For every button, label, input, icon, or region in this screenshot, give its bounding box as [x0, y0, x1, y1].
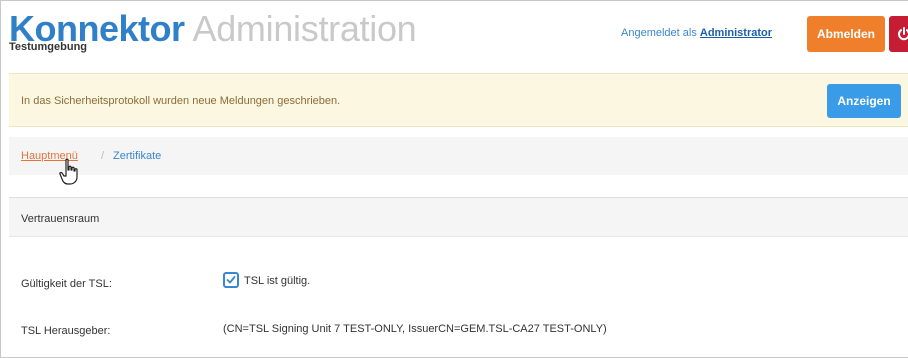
- power-icon: [898, 27, 908, 41]
- breadcrumb: Hauptmenü / Zertifikate: [9, 137, 908, 175]
- show-button[interactable]: Anzeigen: [827, 84, 901, 118]
- breadcrumb-separator: /: [101, 150, 105, 162]
- alert-message: In das Sicherheitsprotokoll wurden neue …: [21, 95, 341, 107]
- tsl-issuer-value: (CN=TSL Signing Unit 7 TEST-ONLY, Issuer…: [223, 323, 607, 335]
- tsl-valid-checkbox-label: TSL ist gültig.: [244, 275, 311, 287]
- tsl-validity-label: Gültigkeit der TSL:: [21, 278, 112, 290]
- tsl-valid-checkbox[interactable]: [223, 272, 239, 288]
- breadcrumb-current: Zertifikate: [113, 150, 162, 162]
- app-window: Konnektor Administration Testumgebung Ang…: [0, 0, 908, 358]
- hand-pointer-icon: [59, 158, 78, 185]
- power-button[interactable]: [889, 16, 908, 52]
- tsl-issuer-label: TSL Herausgeber:: [21, 325, 111, 337]
- logout-button[interactable]: Abmelden: [807, 16, 885, 52]
- login-info: Angemeldet als Administrator: [621, 27, 772, 39]
- login-prefix: Angemeldet als: [621, 27, 697, 39]
- user-link[interactable]: Administrator: [700, 27, 772, 39]
- panel-heading: Vertrauensraum: [9, 197, 908, 237]
- environment-label: Testumgebung: [9, 41, 88, 53]
- checkmark-icon: [226, 276, 236, 284]
- security-log-alert: In das Sicherheitsprotokoll wurden neue …: [9, 73, 908, 127]
- header: Konnektor Administration Testumgebung Ang…: [1, 1, 908, 69]
- panel-title: Vertrauensraum: [21, 213, 100, 225]
- brand-sub: Administration: [192, 8, 417, 49]
